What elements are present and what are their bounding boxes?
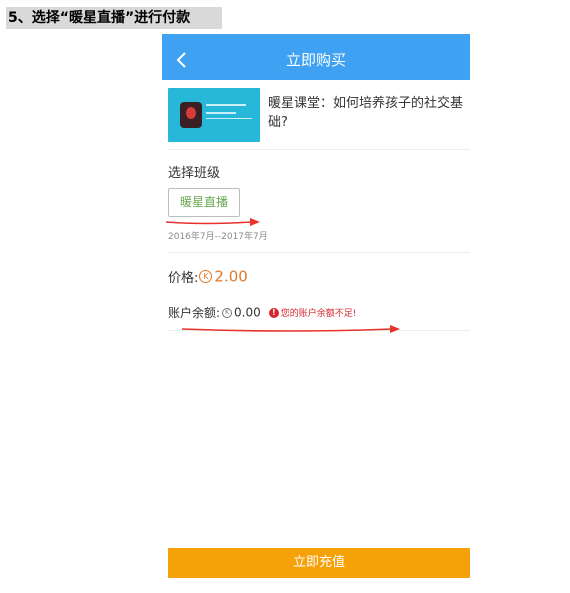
annotation-arrow-icon xyxy=(165,218,260,226)
price-value: 2.00 xyxy=(214,267,248,286)
balance-value: 0.00 xyxy=(234,305,261,320)
step-instruction-title: 5、选择“暖星直播”进行付款 xyxy=(6,7,222,29)
course-card[interactable]: 暖星课堂：如何培养孩子的社交基础? xyxy=(168,88,468,144)
divider xyxy=(168,252,470,253)
class-date-range: 2016年7月--2017年7月 xyxy=(168,232,268,242)
course-thumbnail xyxy=(168,88,260,142)
balance-row: 账户余额: K 0.00! 您的账户余额不足! xyxy=(168,302,356,322)
course-title: 暖星课堂：如何培养孩子的社交基础? xyxy=(268,96,464,130)
thumbnail-text-line xyxy=(206,112,236,114)
top-navbar: 立即购买 xyxy=(162,40,470,80)
divider xyxy=(168,149,470,150)
balance-label: 账户余额: xyxy=(168,306,221,320)
thumbnail-text-line xyxy=(206,104,246,106)
class-option-button[interactable]: 暖星直播 xyxy=(168,188,240,217)
recharge-button[interactable]: 立即充值 xyxy=(168,548,470,578)
coin-icon: K xyxy=(222,307,233,318)
price-row: 价格: K 2.00 xyxy=(168,266,248,287)
class-section-label: 选择班级 xyxy=(168,166,221,181)
phone-screen: 立即购买 暖星课堂：如何培养孩子的社交基础? 选择班级 暖星直播 2016年7月… xyxy=(162,34,470,584)
annotation-arrow-icon xyxy=(181,325,400,333)
coin-icon: K xyxy=(199,270,213,283)
price-label: 价格: xyxy=(168,271,199,286)
warning-icon: ! xyxy=(268,307,279,318)
thumbnail-figure xyxy=(180,102,202,128)
thumbnail-text-line xyxy=(206,118,252,119)
balance-warning-text: 您的账户余额不足! xyxy=(280,309,357,319)
page-title: 立即购买 xyxy=(285,51,346,69)
